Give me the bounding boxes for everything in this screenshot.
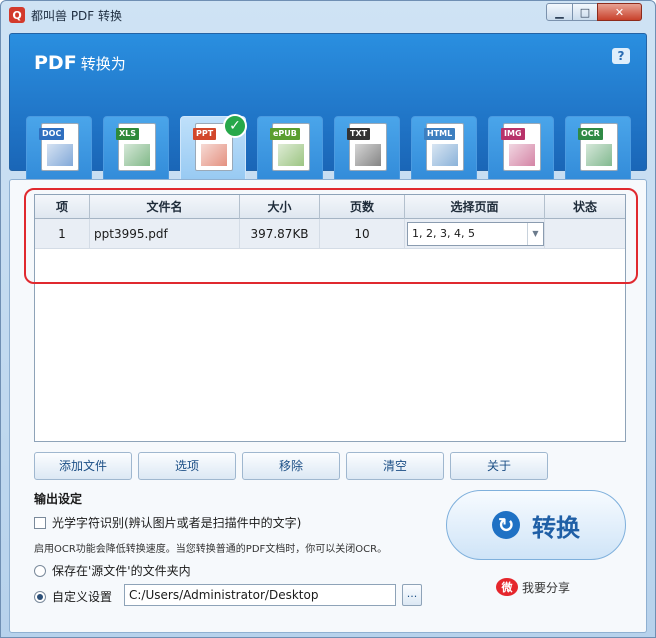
minimize-button[interactable]: ▁ bbox=[546, 3, 573, 21]
output-settings-title: 输出设定 bbox=[34, 492, 83, 506]
options-button[interactable]: 选项 bbox=[138, 452, 236, 480]
ocr-label: 光学字符识别(辨认图片或者是扫描件中的文字) bbox=[52, 516, 302, 530]
checkmark-icon: ✓ bbox=[223, 114, 247, 138]
remove-button[interactable]: 移除 bbox=[242, 452, 340, 480]
format-tag: PPT bbox=[193, 128, 217, 140]
col-filename[interactable]: 文件名 bbox=[90, 195, 240, 219]
format-tag: XLS bbox=[116, 128, 140, 140]
content-panel: 项 文件名 大小 页数 选择页面 状态 1 ppt3995.pdf 397.87… bbox=[9, 179, 647, 633]
output-path-field[interactable]: C:/Users/Administrator/Desktop bbox=[124, 584, 396, 606]
custom-path-label: 自定义设置 bbox=[52, 590, 113, 604]
maximize-button[interactable]: □ bbox=[572, 3, 598, 21]
format-artwork bbox=[355, 144, 381, 166]
close-button[interactable]: ✕ bbox=[597, 3, 642, 21]
convert-button[interactable]: ↻ 转换 bbox=[446, 490, 626, 560]
format-tag: DOC bbox=[39, 128, 65, 140]
document-icon: DOC bbox=[39, 123, 79, 171]
weibo-icon: 微 bbox=[496, 578, 518, 596]
format-artwork bbox=[278, 144, 304, 166]
format-tag: TXT bbox=[347, 128, 371, 140]
format-artwork bbox=[432, 144, 458, 166]
help-icon[interactable]: ? bbox=[612, 48, 630, 64]
ocr-checkbox[interactable] bbox=[34, 516, 46, 529]
cell-pages: 10 bbox=[320, 219, 405, 249]
clear-button[interactable]: 清空 bbox=[346, 452, 444, 480]
cell-filename: ppt3995.pdf bbox=[90, 219, 240, 249]
cell-index: 1 bbox=[35, 219, 90, 249]
document-icon: XLS bbox=[116, 123, 156, 171]
custom-path-radio[interactable] bbox=[34, 590, 46, 603]
format-artwork bbox=[586, 144, 612, 166]
format-tag: HTML bbox=[424, 128, 456, 140]
share-label: 我要分享 bbox=[522, 580, 571, 595]
window-title: 都叫兽 PDF 转换 bbox=[31, 9, 123, 23]
format-header: PDF转换为 ? DOCWordXLSExcelPPTPowerPoint✓eP… bbox=[9, 33, 647, 200]
format-artwork bbox=[47, 144, 73, 166]
document-icon: ePUB bbox=[270, 123, 310, 171]
page-selection-value: 1, 2, 3, 4, 5 bbox=[412, 227, 475, 240]
custom-path-option[interactable]: 自定义设置 bbox=[34, 588, 112, 605]
format-tag: ePUB bbox=[270, 128, 300, 140]
convert-label: 转换 bbox=[532, 513, 580, 542]
save-source-radio[interactable] bbox=[34, 564, 46, 577]
file-table: 项 文件名 大小 页数 选择页面 状态 1 ppt3995.pdf 397.87… bbox=[34, 194, 626, 442]
cell-size: 397.87KB bbox=[240, 219, 320, 249]
header-title-pdf: PDF bbox=[34, 52, 77, 74]
save-source-option[interactable]: 保存在'源文件'的文件夹内 bbox=[34, 562, 191, 579]
document-icon: HTML bbox=[424, 123, 464, 171]
document-icon: IMG bbox=[501, 123, 541, 171]
col-status[interactable]: 状态 bbox=[545, 195, 625, 219]
format-tag: IMG bbox=[501, 128, 525, 140]
refresh-icon: ↻ bbox=[492, 511, 520, 539]
format-artwork bbox=[201, 144, 227, 166]
col-pages[interactable]: 页数 bbox=[320, 195, 405, 219]
col-page-selection[interactable]: 选择页面 bbox=[405, 195, 545, 219]
about-button[interactable]: 关于 bbox=[450, 452, 548, 480]
app-logo-icon: Q bbox=[9, 7, 25, 23]
page-selection-dropdown[interactable]: 1, 2, 3, 4, 5 ▼ bbox=[407, 222, 544, 246]
save-source-label: 保存在'源文件'的文件夹内 bbox=[52, 564, 191, 578]
header-title: PDF 转换为 bbox=[34, 52, 126, 74]
document-icon: OCR bbox=[578, 123, 618, 171]
chevron-down-icon[interactable]: ▼ bbox=[527, 223, 543, 245]
ocr-option[interactable]: 光学字符识别(辨认图片或者是扫描件中的文字) bbox=[34, 514, 301, 531]
col-index[interactable]: 项 bbox=[35, 195, 90, 219]
app-window: Q 都叫兽 PDF 转换 ▁ □ ✕ PDF转换为 ? DOCWordXLSEx… bbox=[0, 0, 656, 638]
document-icon: TXT bbox=[347, 123, 387, 171]
cell-status bbox=[545, 219, 625, 249]
col-size[interactable]: 大小 bbox=[240, 195, 320, 219]
ocr-hint: 启用OCR功能会降低转换速度。当您转换普通的PDF文档时，你可以关闭OCR。 bbox=[34, 544, 388, 555]
browse-button[interactable]: ... bbox=[402, 584, 422, 606]
share-link[interactable]: 微 我要分享 bbox=[496, 578, 570, 596]
table-header: 项 文件名 大小 页数 选择页面 状态 bbox=[35, 195, 625, 219]
title-bar: Q 都叫兽 PDF 转换 ▁ □ ✕ bbox=[1, 1, 655, 29]
format-tag: OCR bbox=[578, 128, 603, 140]
format-artwork bbox=[509, 144, 535, 166]
table-row[interactable]: 1 ppt3995.pdf 397.87KB 10 1, 2, 3, 4, 5 … bbox=[35, 219, 625, 249]
header-subtitle: 转换为 bbox=[80, 55, 126, 73]
format-artwork bbox=[124, 144, 150, 166]
add-file-button[interactable]: 添加文件 bbox=[34, 452, 132, 480]
